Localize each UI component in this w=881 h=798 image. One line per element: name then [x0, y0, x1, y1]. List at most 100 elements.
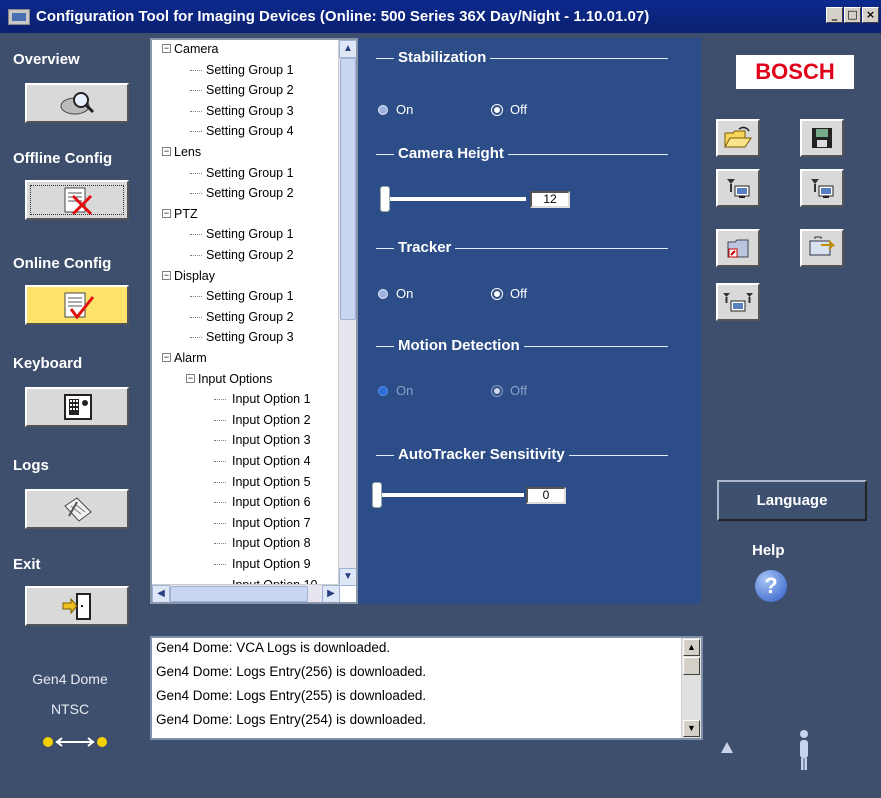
tree-connector [190, 234, 202, 236]
scroll-down-icon[interactable]: ▼ [339, 568, 356, 586]
slider-track [378, 493, 524, 497]
tree-connector [190, 193, 202, 195]
tree-horizontal-scroll-thumb[interactable] [170, 586, 308, 602]
tree-item[interactable]: Setting Group 1 [206, 287, 294, 305]
tree-horizontal-scrollbar[interactable]: ◀ ▶ [152, 584, 340, 602]
log-line: Gen4 Dome: Logs Entry(256) is downloaded… [156, 664, 427, 679]
close-button[interactable]: × [862, 7, 879, 23]
stabilization-off-radio[interactable]: Off [492, 102, 527, 117]
tree-category[interactable]: Display [174, 267, 215, 285]
tree-item[interactable]: Input Option 3 [232, 431, 311, 449]
tree-item[interactable]: Input Options [198, 370, 272, 388]
scroll-up-icon[interactable]: ▲ [339, 40, 356, 58]
tree-item[interactable]: Input Option 4 [232, 452, 311, 470]
slider-handle[interactable] [372, 482, 382, 508]
tree-item[interactable]: Input Option 7 [232, 514, 311, 532]
collapse-icon[interactable]: − [162, 44, 171, 53]
scroll-right-icon[interactable]: ▶ [322, 585, 340, 602]
logs-button[interactable] [25, 489, 129, 529]
stabilization-on-radio[interactable]: On [378, 102, 413, 117]
window-controls: _ □ × [826, 7, 879, 23]
overview-button[interactable] [25, 83, 129, 123]
tree-item-label: Setting Group 1 [206, 289, 294, 304]
tree-item[interactable]: Setting Group 3 [206, 102, 294, 120]
tracker-off-radio[interactable]: Off [492, 286, 527, 301]
keyboard-button[interactable] [25, 387, 129, 427]
autotracker-sensitivity-section: AutoTracker Sensitivity [376, 445, 668, 465]
tree-category[interactable]: Lens [174, 143, 201, 161]
tree-category[interactable]: PTZ [174, 205, 198, 223]
tree-item[interactable]: Setting Group 1 [206, 225, 294, 243]
tree-connector [214, 543, 226, 545]
tree-item[interactable]: Setting Group 2 [206, 184, 294, 202]
log-scroll-up-icon[interactable]: ▲ [683, 639, 700, 656]
help-icon[interactable]: ? [755, 570, 787, 602]
camera-height-value[interactable]: 12 [530, 191, 570, 208]
offline-config-button[interactable] [25, 180, 129, 220]
tracker-section: Tracker [376, 238, 668, 258]
help-label: Help [752, 542, 785, 559]
tree-connector [214, 419, 226, 421]
nav-label-offline-config: Offline Config [13, 150, 113, 167]
open-folder-icon [724, 126, 752, 148]
nav-label-online-config: Online Config [13, 255, 112, 272]
log-line: Gen4 Dome: Logs Entry(254) is downloaded… [156, 712, 427, 727]
log-line: Gen4 Dome: VCA Logs is downloaded. [156, 640, 391, 655]
tree-connector [190, 316, 202, 318]
log-scrollbar[interactable]: ▲ ▼ [681, 638, 701, 738]
tree-connector [190, 337, 202, 339]
collapse-icon[interactable]: − [162, 270, 171, 280]
user-status-icon[interactable] [796, 728, 812, 772]
import-button[interactable] [800, 229, 844, 267]
tree-item-label: Setting Group 1 [206, 227, 294, 242]
log-panel: Gen4 Dome: VCA Logs is downloaded. Gen4 D… [150, 636, 703, 740]
maximize-button[interactable]: □ [844, 7, 861, 23]
collapse-icon[interactable]: − [162, 353, 171, 362]
exit-button[interactable] [25, 586, 129, 626]
tree-item[interactable]: Setting Group 1 [206, 164, 294, 182]
tree-item[interactable]: Input Option 9 [232, 555, 311, 573]
transfer-devices-button[interactable] [716, 283, 760, 321]
tree-item[interactable]: Input Option 2 [232, 411, 311, 429]
tree-category[interactable]: Camera [174, 40, 218, 58]
magnifier-icon [60, 92, 95, 115]
tree-item[interactable]: Setting Group 3 [206, 328, 294, 346]
tree-item[interactable]: Input Option 1 [232, 390, 311, 408]
log-scroll-thumb[interactable] [683, 657, 700, 675]
log-line: Gen4 Dome: Logs Entry(253) is downloaded… [156, 736, 426, 738]
download-from-device-button[interactable] [800, 169, 844, 207]
tree-item[interactable]: Input Option 8 [232, 534, 311, 552]
collapse-icon[interactable]: − [186, 373, 195, 383]
online-config-button[interactable] [25, 285, 129, 325]
tree-item-label: Setting Group 2 [206, 186, 294, 201]
slider-handle[interactable] [380, 186, 390, 212]
camera-height-slider[interactable] [380, 186, 530, 212]
autotracker-sensitivity-slider[interactable] [372, 482, 526, 508]
save-file-button[interactable] [800, 119, 844, 157]
keyboard-icon [64, 394, 92, 420]
tracker-on-radio[interactable]: On [378, 286, 413, 301]
shortcut-folder-button[interactable] [716, 229, 760, 267]
tree-item[interactable]: Setting Group 2 [206, 81, 294, 99]
bell-icon[interactable] [721, 742, 733, 753]
autotracker-sensitivity-value[interactable]: 0 [526, 487, 566, 504]
tree-item[interactable]: Setting Group 2 [206, 308, 294, 326]
scroll-left-icon[interactable]: ◀ [152, 585, 170, 602]
language-button[interactable]: Language [717, 480, 867, 521]
upload-to-device-button[interactable] [716, 169, 760, 207]
collapse-icon[interactable]: − [162, 208, 171, 218]
tree-vertical-scroll-thumb[interactable] [340, 58, 356, 320]
minimize-button[interactable]: _ [826, 7, 843, 23]
tree-item[interactable]: Setting Group 2 [206, 246, 294, 264]
tree-item[interactable]: Input Option 6 [232, 493, 311, 511]
tree-item[interactable]: Setting Group 4 [206, 122, 294, 140]
tree-vertical-scrollbar[interactable]: ▲ ▼ [338, 40, 356, 586]
tree-category[interactable]: Alarm [174, 349, 207, 367]
open-file-button[interactable] [716, 119, 760, 157]
collapse-icon[interactable]: − [162, 147, 171, 156]
log-scroll-down-icon[interactable]: ▼ [683, 720, 700, 737]
settings-panel: Stabilization On Off Camera Height 12 Tr… [358, 38, 701, 604]
tree-item[interactable]: Setting Group 1 [206, 61, 294, 79]
connection-status-icon [43, 737, 107, 747]
tree-item[interactable]: Input Option 5 [232, 473, 311, 491]
